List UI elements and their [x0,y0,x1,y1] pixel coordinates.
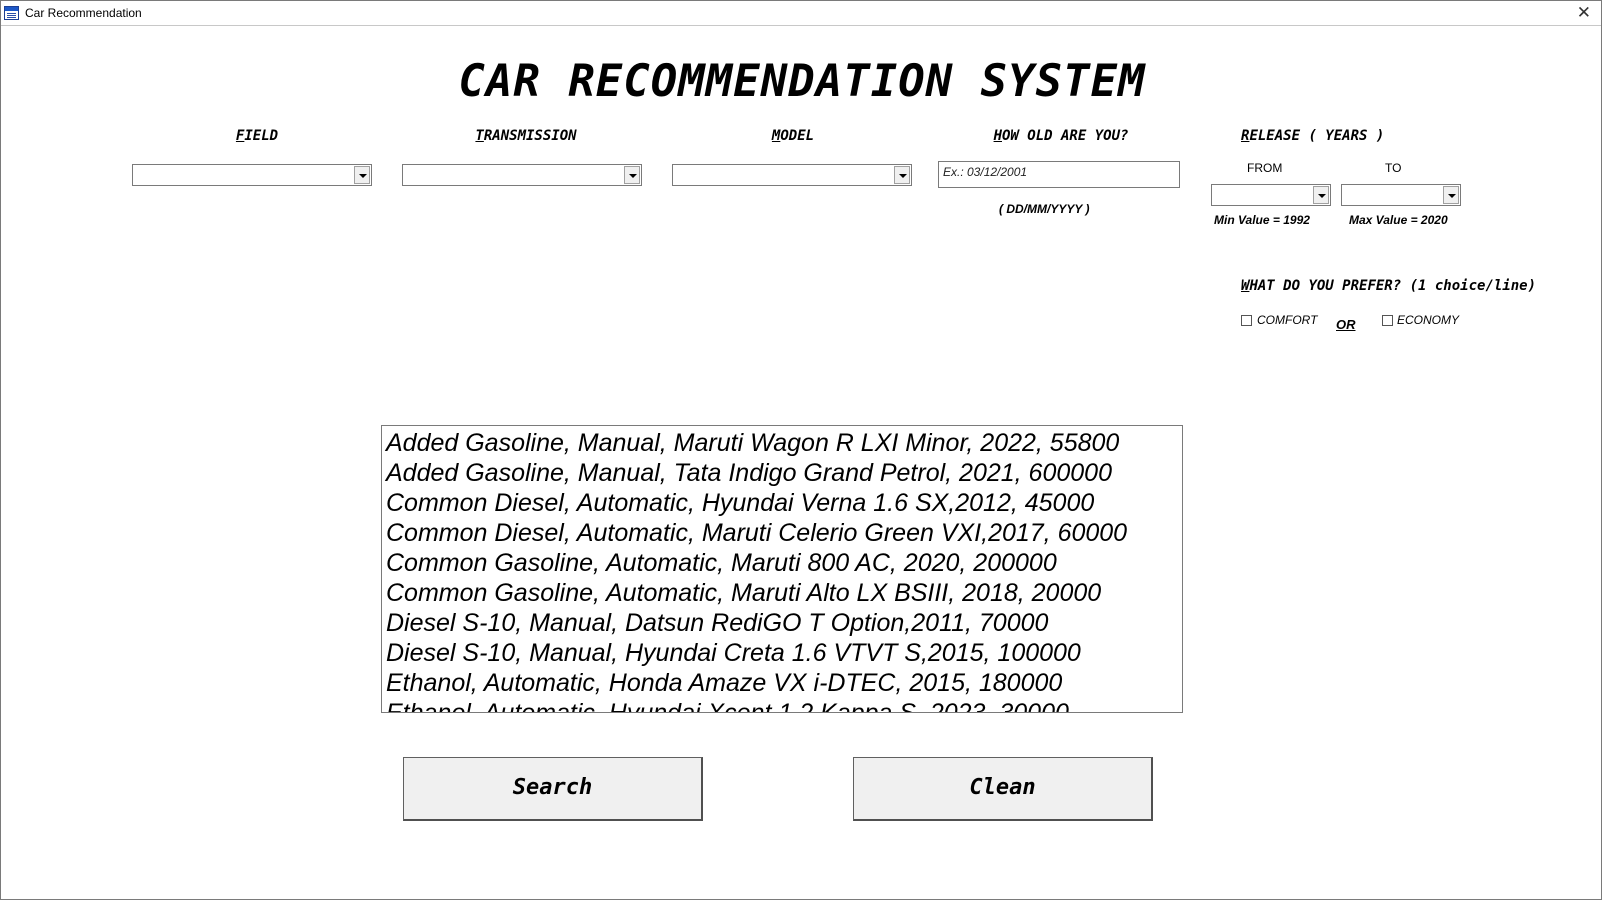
release-max-value: Max Value = 2020 [1349,213,1448,227]
field-label: FIELD [235,128,279,144]
transmission-dropdown[interactable] [402,164,642,186]
title-bar: Car Recommendation ✕ [1,1,1601,26]
economy-checkbox[interactable] [1382,315,1393,326]
field-dropdown[interactable] [132,164,372,186]
release-from-label: FROM [1247,161,1283,175]
release-min-value: Min Value = 1992 [1214,213,1310,227]
list-item[interactable]: Common Diesel, Automatic, Hyundai Verna … [386,488,1178,518]
model-dropdown[interactable] [672,164,912,186]
release-to-dropdown[interactable] [1341,184,1461,206]
release-label: RELEASE ( YEARS ) [1241,128,1385,144]
list-item[interactable]: Common Gasoline, Automatic, Maruti Alto … [386,578,1178,608]
list-item[interactable]: Added Gasoline, Manual, Maruti Wagon R L… [386,428,1178,458]
results-list[interactable]: Added Gasoline, Manual, Maruti Wagon R L… [381,425,1183,713]
chevron-down-icon[interactable] [624,166,640,184]
list-item[interactable]: Ethanol, Automatic, Honda Amaze VX i-DTE… [386,668,1178,698]
list-item[interactable]: Common Diesel, Automatic, Maruti Celerio… [386,518,1178,548]
clean-button[interactable]: Clean [853,757,1153,821]
model-label: MODEL [771,128,815,144]
preference-label: WHAT DO YOU PREFER? (1 choice/line) [1241,278,1537,294]
search-button[interactable]: Search [403,757,703,821]
list-item[interactable]: Ethanol, Automatic, Hyundai Xcent 1.2 Ka… [386,698,1178,712]
close-icon[interactable]: ✕ [1577,1,1591,25]
list-item[interactable]: Diesel S-10, Manual, Hyundai Creta 1.6 V… [386,638,1178,668]
page-title: CAR RECOMMENDATION SYSTEM [458,56,1146,107]
list-item[interactable]: Diesel S-10, Manual, Datsun RediGO T Opt… [386,608,1178,638]
window-title: Car Recommendation [25,6,142,20]
transmission-label: TRANSMISSION [475,128,577,144]
app-icon [4,6,19,20]
age-label: HOW OLD ARE YOU? [993,128,1129,144]
date-format-hint: ( DD/MM/YYYY ) [999,202,1090,216]
chevron-down-icon[interactable] [354,166,370,184]
birthdate-input[interactable]: Ex.: 03/12/2001 [938,161,1180,188]
list-item[interactable]: Added Gasoline, Manual, Tata Indigo Gran… [386,458,1178,488]
chevron-down-icon[interactable] [1443,186,1459,204]
release-to-label: TO [1385,161,1402,175]
app-window: Car Recommendation ✕ CAR RECOMMENDATION … [0,0,1602,900]
comfort-label: COMFORT [1257,313,1318,327]
economy-label: ECONOMY [1397,313,1460,327]
release-from-dropdown[interactable] [1211,184,1331,206]
comfort-checkbox[interactable] [1241,315,1252,326]
or-label: OR [1336,317,1356,332]
list-item[interactable]: Common Gasoline, Automatic, Maruti 800 A… [386,548,1178,578]
chevron-down-icon[interactable] [1313,186,1329,204]
chevron-down-icon[interactable] [894,166,910,184]
